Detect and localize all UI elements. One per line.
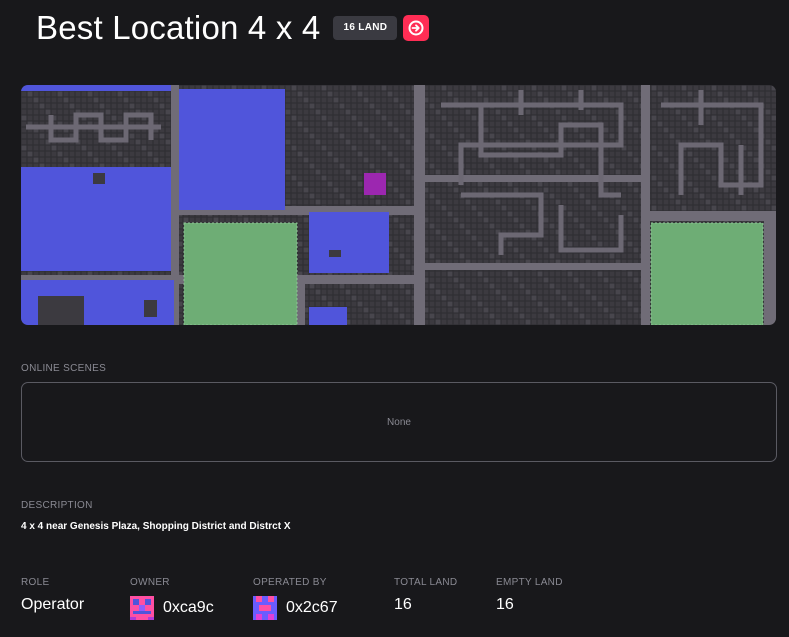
role-label: ROLE bbox=[21, 577, 50, 588]
operated-by-label: OPERATED BY bbox=[253, 577, 327, 588]
selected-estate[interactable] bbox=[364, 173, 386, 195]
role-stat: ROLE Operator bbox=[21, 577, 84, 614]
arrow-right-circle-icon bbox=[408, 20, 424, 36]
operator-avatar-icon bbox=[253, 596, 277, 620]
online-scenes-label: ONLINE SCENES bbox=[21, 363, 107, 374]
empty-land-value: 16 bbox=[496, 596, 514, 613]
owner-label: OWNER bbox=[130, 577, 170, 588]
online-scenes-list: None bbox=[21, 382, 777, 462]
page-header: Best Location 4 x 4 16 LAND bbox=[36, 8, 430, 48]
operator-address: 0x2c67 bbox=[286, 599, 338, 616]
land-map-canvas[interactable] bbox=[21, 85, 776, 325]
land-map[interactable] bbox=[21, 85, 776, 325]
owner-address: 0xca9c bbox=[163, 599, 214, 616]
total-land-stat: TOTAL LAND 16 bbox=[394, 577, 457, 614]
description-label: DESCRIPTION bbox=[21, 500, 93, 511]
jump-in-button[interactable] bbox=[403, 15, 430, 41]
total-land-label: TOTAL LAND bbox=[394, 577, 458, 588]
operated-by-stat: OPERATED BY 0x2c67 bbox=[253, 577, 338, 620]
owner-stat: OWNER 0xca9c bbox=[130, 577, 214, 620]
owner-profile-link[interactable]: 0xca9c bbox=[130, 596, 214, 620]
description-text: 4 x 4 near Genesis Plaza, Shopping Distr… bbox=[21, 521, 291, 532]
owner-avatar-icon bbox=[130, 596, 154, 620]
total-land-value: 16 bbox=[394, 596, 412, 613]
empty-land-label: EMPTY LAND bbox=[496, 577, 563, 588]
online-scenes-empty: None bbox=[387, 416, 411, 428]
empty-land-stat: EMPTY LAND 16 bbox=[496, 577, 563, 614]
land-count-badge: 16 LAND bbox=[333, 16, 398, 40]
operator-profile-link[interactable]: 0x2c67 bbox=[253, 596, 338, 620]
page-title: Best Location 4 x 4 bbox=[36, 9, 321, 46]
role-value: Operator bbox=[21, 596, 85, 613]
